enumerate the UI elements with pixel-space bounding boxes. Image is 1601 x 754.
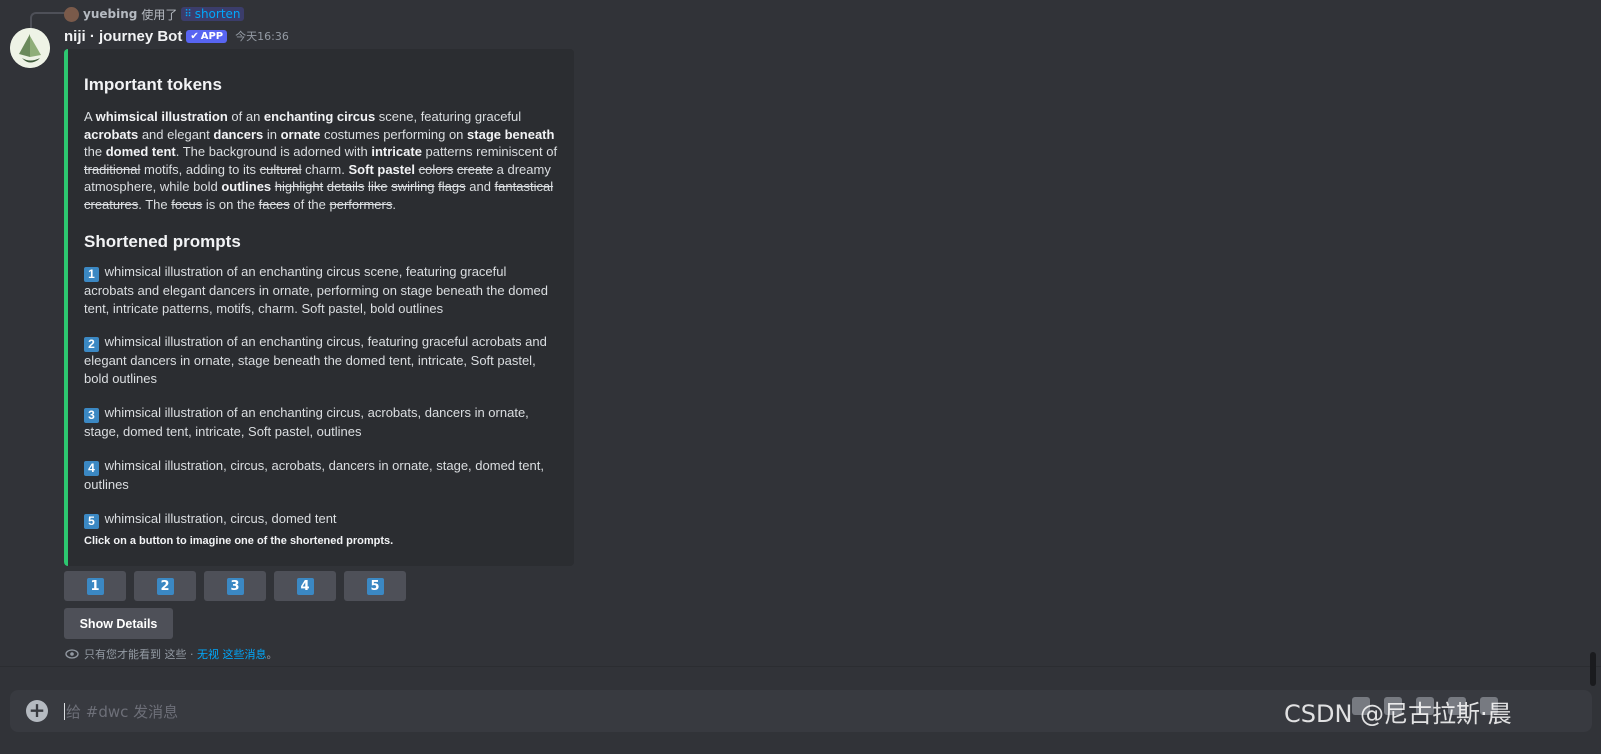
prompt-text: whimsical illustration, circus, domed te… (104, 511, 337, 526)
divider (0, 666, 1601, 667)
prompt-text: whimsical illustration, circus, acrobats… (84, 458, 544, 492)
ephemeral-label: 只有您才能看到 这些 · (84, 648, 197, 661)
app-badge-label: APP (200, 30, 224, 42)
app-badge: ✔ APP (186, 29, 228, 43)
ephemeral-text: 只有您才能看到 这些 · 无视 这些消息。 (84, 646, 278, 662)
slash-command-tag[interactable]: ⠿ shorten (181, 7, 244, 21)
prompt-item: 2 whimsical illustration of an enchantin… (84, 333, 558, 387)
keycap-4-icon: 4 (84, 461, 99, 476)
ephemeral-notice: 只有您才能看到 这些 · 无视 这些消息。 (65, 646, 278, 662)
keycap-3-icon: 3 (84, 408, 99, 423)
reply-connector (30, 12, 66, 28)
keycap-5-icon: 5 (366, 577, 384, 595)
keycap-4-icon: 4 (296, 577, 314, 595)
reply-user-avatar[interactable] (64, 6, 79, 22)
prompt-text: whimsical illustration of an enchanting … (84, 334, 547, 386)
prompt-text: whimsical illustration of an enchanting … (84, 405, 529, 439)
ephemeral-end: 。 (266, 648, 278, 661)
prompt-item: 4 whimsical illustration, circus, acroba… (84, 457, 558, 494)
embed-hint: Click on a button to imagine one of the … (84, 535, 394, 547)
check-icon: ✔ (190, 30, 199, 42)
app-command-icon: ⠿ (184, 8, 192, 20)
reply-username[interactable]: yuebing (83, 7, 137, 21)
keycap-2-icon: 2 (156, 577, 174, 595)
prompt-item: 1 whimsical illustration of an enchantin… (84, 263, 558, 317)
keycap-2-icon: 2 (84, 337, 99, 352)
keycap-1-icon: 1 (86, 577, 104, 595)
prompt-button-row: 1 2 3 4 5 (64, 571, 406, 601)
watermark: CSDN @尼古拉斯·晨 (1284, 700, 1512, 728)
dismiss-link[interactable]: 无视 这些消息 (197, 648, 267, 661)
reply-reference[interactable]: yuebing 使用了 ⠿ shorten (64, 5, 244, 23)
prompt-1-button[interactable]: 1 (64, 571, 126, 601)
prompt-item: 5 whimsical illustration, circus, domed … (84, 510, 558, 529)
embed-card: Important tokens A whimsical illustratio… (64, 49, 574, 566)
prompt-4-button[interactable]: 4 (274, 571, 336, 601)
keycap-3-icon: 3 (226, 577, 244, 595)
reply-used-text: 使用了 (141, 7, 178, 22)
add-attachment-icon[interactable]: + (26, 700, 48, 722)
timestamp: 今天16:36 (235, 30, 289, 43)
show-details-button[interactable]: Show Details (64, 608, 173, 639)
embed-title-tokens: Important tokens (84, 75, 222, 94)
important-tokens-paragraph: A whimsical illustration of an enchantin… (84, 109, 558, 212)
prompt-2-button[interactable]: 2 (134, 571, 196, 601)
prompt-text: whimsical illustration of an enchanting … (84, 264, 548, 316)
message-header: niji · journey Bot ✔ APP 今天16:36 (64, 26, 289, 46)
embed-title-prompts: Shortened prompts (84, 232, 241, 251)
command-name: shorten (194, 7, 241, 21)
prompt-3-button[interactable]: 3 (204, 571, 266, 601)
scrollbar-thumb[interactable] (1590, 652, 1596, 686)
keycap-1-icon: 1 (84, 267, 99, 282)
eye-icon (65, 649, 79, 659)
message-input[interactable] (64, 690, 1268, 734)
keycap-5-icon: 5 (84, 514, 99, 529)
prompt-item: 3 whimsical illustration of an enchantin… (84, 404, 558, 441)
prompt-5-button[interactable]: 5 (344, 571, 406, 601)
sailboat-icon (10, 28, 50, 68)
bot-name[interactable]: niji · journey Bot (64, 28, 182, 45)
bot-avatar[interactable] (10, 28, 50, 68)
